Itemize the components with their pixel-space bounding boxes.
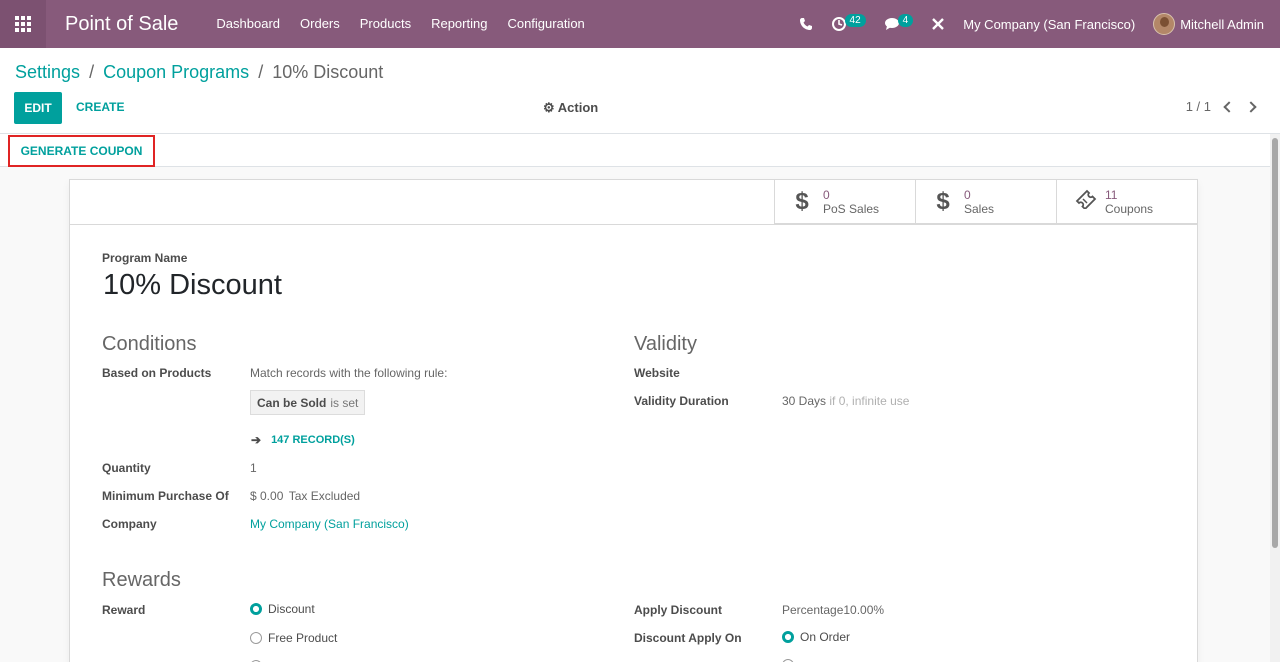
stat-label: PoS Sales [823,202,880,216]
top-navbar: Point of Sale Dashboard Orders Products … [0,0,1280,48]
scrollbar-thumb[interactable] [1272,138,1278,548]
stat-value: 11 [1105,188,1118,202]
apply-on-option-order[interactable]: On Order [782,630,850,644]
pager-value[interactable]: 1 / 1 [1186,99,1211,114]
domain-field: Can be Sold [257,395,327,410]
systray: 42 4 My Company (San Francisco) Mitchell… [799,0,1280,48]
dollar-icon: $ [795,188,809,215]
rule-text: Match records with the following rule: [250,366,448,380]
stat-value: 0 [964,188,971,202]
records-count: 147 RECORD(S) [271,434,355,446]
button-box-divider [70,224,1197,225]
generate-coupon-button[interactable]: GENERATE COUPON [8,135,155,167]
reward-label: Reward [102,603,146,617]
scrollbar[interactable] [1270,134,1280,662]
apply-on-label: On Order [800,630,851,644]
minimum-purchase-label: Minimum Purchase Of [102,489,229,503]
program-name-label: Program Name [102,251,188,265]
form-sheet: $ 0 PoS Sales $ 0 Sales 11 Coupons Progr… [69,179,1198,662]
breadcrumb: Settings / Coupon Programs / 10% Discoun… [15,62,383,83]
button-box: $ 0 PoS Sales $ 0 Sales 11 Coupons [774,180,1197,224]
menu-dashboard[interactable]: Dashboard [206,0,290,48]
program-name: 10% Discount [103,269,282,301]
domain-rule: Can be Sold is set [250,390,366,415]
validity-hint: if 0, infinite use [829,394,910,408]
pos-sales-button[interactable]: $ 0 PoS Sales [774,180,915,224]
sales-button[interactable]: $ 0 Sales [915,180,1056,224]
coupons-button[interactable]: 11 Coupons [1056,180,1197,224]
tax-mode: Tax Excluded [288,489,361,503]
user-menu[interactable]: Mitchell Admin [1153,13,1264,35]
control-panel: Settings / Coupon Programs / 10% Discoun… [0,48,1280,134]
breadcrumb-coupon-programs[interactable]: Coupon Programs [103,62,249,82]
apply-discount-value: Percentage10.00% [782,603,885,617]
pager-previous-icon[interactable] [1223,100,1235,113]
apps-menu-icon[interactable] [0,0,46,48]
records-link[interactable]: ➔ 147 RECORD(S) [251,433,355,447]
radio-checked[interactable] [782,631,794,643]
validity-duration-value: 30 Days if 0, infinite use [782,394,909,408]
edit-button[interactable]: EDIT [14,92,62,124]
pager: 1 / 1 [1186,99,1257,114]
app-name[interactable]: Point of Sale [65,13,178,36]
ticket-icon [1075,188,1097,216]
quantity-value: 1 [250,461,257,475]
action-menu[interactable]: ⚙ Action [543,100,598,116]
phone-icon[interactable] [799,17,813,31]
message-count-badge: 4 [897,13,914,27]
rewards-heading: Rewards [102,569,181,591]
company-switcher[interactable]: My Company (San Francisco) [963,17,1135,32]
apply-discount-label: Apply Discount [634,603,723,617]
stat-label: Coupons [1105,202,1154,216]
discount-apply-on-label: Discount Apply On [634,631,742,645]
reward-option-label: Free Product [268,631,338,645]
activity-clock-icon[interactable]: 42 [831,13,866,32]
validity-duration-label: Validity Duration [634,394,729,408]
validity-duration: 30 Days [782,394,827,408]
radio-unchecked[interactable] [250,632,262,644]
conditions-heading: Conditions [102,333,197,355]
quantity-label: Quantity [102,461,151,475]
activity-count-badge: 42 [844,13,866,27]
menu-orders[interactable]: Orders [290,0,350,48]
website-label: Website [634,366,680,380]
validity-heading: Validity [634,333,697,355]
company-label: Company [102,517,157,531]
arrow-right-icon: ➔ [251,433,262,447]
form-statusbar: GENERATE COUPON [0,134,1270,167]
user-name: Mitchell Admin [1180,16,1264,32]
breadcrumb-separator: / [89,62,95,82]
action-label: Action [557,100,599,115]
domain-operator: is set [330,395,359,410]
pager-next-icon[interactable] [1245,100,1257,113]
reward-option-free-product[interactable]: Free Product [250,631,337,645]
breadcrumb-separator: / [258,62,264,82]
reward-option-label: Discount [268,602,315,616]
create-button[interactable]: CREATE [76,100,124,114]
reward-option-discount[interactable]: Discount [250,602,315,616]
company-link[interactable]: My Company (San Francisco) [250,517,409,531]
messages-icon[interactable]: 4 [884,13,914,31]
stat-value: 0 [823,188,830,202]
avatar [1153,13,1176,35]
breadcrumb-settings[interactable]: Settings [15,62,80,82]
radio-checked[interactable] [250,603,262,615]
gear-icon: ⚙ [543,100,555,115]
main-menu: Dashboard Orders Products Reporting Conf… [206,0,594,48]
breadcrumb-current: 10% Discount [272,62,384,82]
minimum-purchase-amount: $ 0.00 [250,489,284,503]
debug-tools-icon[interactable] [931,17,945,31]
minimum-purchase-value: $ 0.00 Tax Excluded [250,489,360,503]
menu-configuration[interactable]: Configuration [497,0,594,48]
menu-products[interactable]: Products [350,0,421,48]
dollar-icon: $ [936,188,950,215]
menu-reporting[interactable]: Reporting [421,0,497,48]
stat-label: Sales [964,202,995,216]
based-on-products-label: Based on Products [102,366,212,380]
